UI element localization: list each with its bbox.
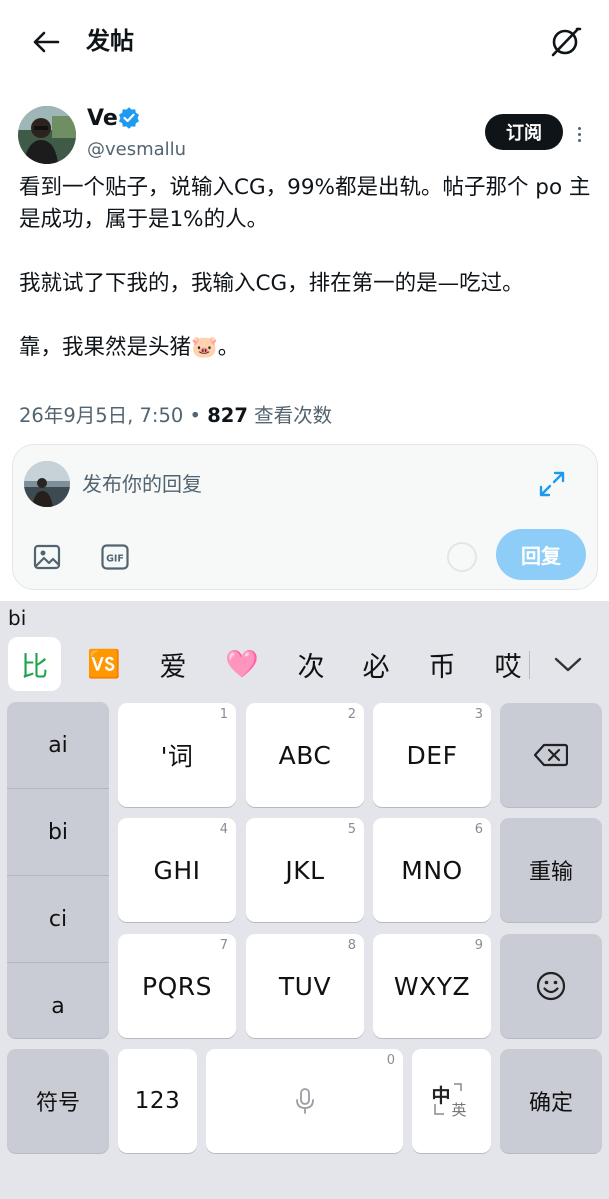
pinyin-option[interactable]: a bbox=[7, 963, 109, 1038]
key-number: 4 bbox=[219, 822, 228, 837]
backspace-key[interactable] bbox=[500, 703, 602, 807]
key-9[interactable]: WXYZ 9 bbox=[373, 934, 491, 1038]
key-8[interactable]: TUV 8 bbox=[246, 934, 364, 1038]
key-label: MNO bbox=[401, 855, 463, 885]
key-label: WXYZ bbox=[393, 971, 471, 1001]
post-timestamp[interactable]: 26年9月5日, 7:50 bbox=[19, 404, 183, 427]
key-number: 5 bbox=[347, 822, 356, 837]
reply-input[interactable]: 发布你的回复 bbox=[82, 469, 202, 499]
post-meta: 26年9月5日, 7:50 • 827 查看次数 bbox=[19, 401, 332, 431]
key-number: 8 bbox=[347, 938, 356, 953]
key-5[interactable]: JKL 5 bbox=[246, 818, 364, 922]
pinyin-option[interactable]: bi bbox=[7, 789, 109, 875]
back-arrow-icon[interactable] bbox=[26, 22, 66, 62]
key-number: 7 bbox=[219, 938, 228, 953]
views-count[interactable]: 827 bbox=[207, 404, 248, 427]
space-key[interactable]: 0 bbox=[206, 1049, 403, 1153]
candidate[interactable]: 比 bbox=[8, 637, 61, 691]
key-label: '词 bbox=[160, 742, 194, 771]
post-body: 看到一个贴子，说输入CG，99%都是出轨。帖子那个 po 主是成功，属于是1%的… bbox=[19, 172, 594, 364]
candidate[interactable]: 必 bbox=[353, 637, 399, 691]
smiley-icon bbox=[536, 971, 566, 1001]
key-label: ABC bbox=[278, 740, 332, 770]
author-name[interactable]: Ve bbox=[87, 104, 118, 134]
key-label: 符号 bbox=[35, 1091, 80, 1116]
key-label: GHI bbox=[153, 855, 201, 885]
subscribe-button[interactable]: 订阅 bbox=[485, 114, 563, 150]
key-number: 2 bbox=[347, 707, 356, 722]
reinput-key[interactable]: 重输 bbox=[500, 818, 602, 922]
microphone-icon bbox=[295, 1088, 314, 1114]
candidate-bar: 比 🆚 爱 🩷 次 必 币 哎 bbox=[0, 637, 609, 693]
candidate[interactable]: 哎 bbox=[485, 637, 531, 691]
reply-composer: 发布你的回复 GIF 回复 bbox=[12, 444, 598, 590]
key-label: JKL bbox=[285, 855, 325, 885]
key-2[interactable]: ABC 2 bbox=[246, 703, 364, 807]
post-paragraph: 靠，我果然是头猪🐷。 bbox=[19, 335, 240, 360]
pinyin-option-list: ai bi ci a bbox=[7, 702, 109, 1038]
reply-button[interactable]: 回复 bbox=[496, 529, 586, 580]
pinyin-option[interactable]: ai bbox=[7, 702, 109, 788]
key-4[interactable]: GHI 4 bbox=[118, 818, 236, 922]
pinyin-option[interactable]: ci bbox=[7, 876, 109, 962]
char-count-ring bbox=[447, 542, 477, 572]
key-label: PQRS bbox=[142, 971, 212, 1001]
key-label: 重输 bbox=[528, 860, 573, 885]
candidate[interactable]: 🩷 bbox=[218, 637, 266, 691]
chevron-down-icon[interactable] bbox=[546, 645, 590, 685]
key-number: 9 bbox=[474, 938, 483, 953]
symbols-key[interactable]: 符号 bbox=[7, 1049, 109, 1153]
more-options-icon[interactable] bbox=[572, 120, 586, 148]
confirm-key[interactable]: 确定 bbox=[500, 1049, 602, 1153]
key-number: 6 bbox=[474, 822, 483, 837]
author-avatar[interactable] bbox=[18, 106, 76, 164]
key-6[interactable]: MNO 6 bbox=[373, 818, 491, 922]
image-icon[interactable] bbox=[31, 541, 63, 573]
verified-badge-icon bbox=[118, 107, 140, 129]
key-number: 3 bbox=[474, 707, 483, 722]
gif-icon[interactable]: GIF bbox=[99, 541, 131, 573]
candidate-divider bbox=[529, 651, 530, 679]
key-7[interactable]: PQRS 7 bbox=[118, 934, 236, 1038]
key-label: 123 bbox=[134, 1088, 181, 1114]
key-label: 确定 bbox=[528, 1091, 573, 1116]
language-switch-key[interactable]: 中 英 bbox=[412, 1049, 491, 1153]
post-paragraph: 我就试了下我的，我输入CG，排在第一的是—吃过。 bbox=[19, 271, 524, 296]
expand-icon[interactable] bbox=[535, 467, 569, 501]
my-avatar bbox=[24, 461, 70, 507]
no-broadcast-icon[interactable] bbox=[544, 22, 586, 62]
keyboard: bi 比 🆚 爱 🩷 次 必 币 哎 ai bi ci a '词 1 ABC 2… bbox=[0, 601, 609, 1199]
meta-separator: • bbox=[189, 404, 202, 427]
zh-en-icon: 中 英 bbox=[432, 1081, 472, 1121]
top-bar: 发帖 bbox=[0, 0, 609, 84]
candidate[interactable]: 币 bbox=[419, 637, 465, 691]
candidate[interactable]: 爱 bbox=[150, 637, 196, 691]
candidate[interactable]: 🆚 bbox=[80, 637, 128, 691]
gif-label: GIF bbox=[106, 554, 124, 565]
key-number: 0 bbox=[386, 1053, 395, 1068]
key-number: 1 bbox=[219, 707, 228, 722]
author-handle[interactable]: @vesmallu bbox=[87, 137, 186, 163]
emoji-key[interactable] bbox=[500, 934, 602, 1038]
page-title: 发帖 bbox=[86, 27, 134, 55]
key-label: DEF bbox=[406, 740, 458, 770]
backspace-icon bbox=[534, 743, 568, 767]
post-paragraph: 看到一个贴子，说输入CG，99%都是出轨。帖子那个 po 主是成功，属于是1%的… bbox=[19, 175, 591, 232]
candidate[interactable]: 次 bbox=[288, 637, 334, 691]
key-label: TUV bbox=[278, 971, 332, 1001]
key-3[interactable]: DEF 3 bbox=[373, 703, 491, 807]
key-1[interactable]: '词 1 bbox=[118, 703, 236, 807]
pinyin-composition: bi bbox=[8, 606, 27, 630]
numbers-key[interactable]: 123 bbox=[118, 1049, 197, 1153]
views-label: 查看次数 bbox=[254, 404, 333, 427]
